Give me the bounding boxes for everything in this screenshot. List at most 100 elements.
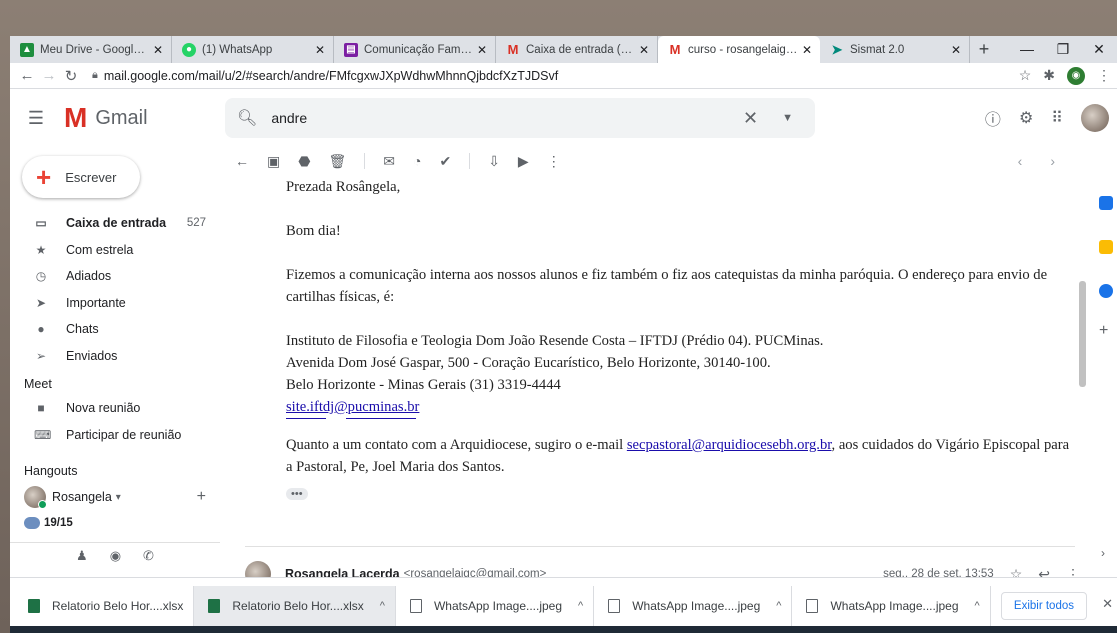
- expand-panel-icon[interactable]: ›: [1101, 546, 1105, 560]
- close-icon[interactable]: ✕: [800, 43, 814, 57]
- add-addon-icon[interactable]: +: [1099, 322, 1108, 340]
- minimize-icon[interactable]: —: [1009, 36, 1045, 63]
- chevron-up-icon[interactable]: ^: [975, 600, 980, 612]
- nav-label: Enviados: [66, 348, 118, 363]
- back-icon[interactable]: ←: [16, 67, 38, 84]
- hangouts-footer: ♟ ◉ ✆: [10, 542, 220, 568]
- new-meeting-item[interactable]: ■ Nova reunião: [10, 395, 220, 422]
- back-to-list-icon[interactable]: ←: [235, 153, 249, 169]
- pastoral-email-link[interactable]: secpastoral@arquidiocesebh.org.br: [627, 437, 832, 453]
- tab-inbox[interactable]: M Caixa de entrada (585) ✕: [496, 36, 658, 63]
- close-icon[interactable]: ✕: [151, 43, 165, 57]
- tab-label: (1) WhatsApp: [202, 43, 273, 56]
- nav-item-snoozed[interactable]: ◷ Adiados: [10, 263, 220, 290]
- browser-menu-icon[interactable]: ⋮: [1097, 67, 1111, 84]
- snooze-icon[interactable]: ◔: [413, 153, 421, 169]
- site-email-link[interactable]: site.iftdj@pucminas.br: [286, 399, 419, 415]
- main-menu-icon[interactable]: ☰: [14, 108, 58, 129]
- image-file-icon: [409, 598, 422, 613]
- tab-whatsapp[interactable]: ● (1) WhatsApp ✕: [172, 36, 334, 63]
- join-meeting-item[interactable]: ⌨ Participar de reunião: [10, 422, 220, 449]
- nav-item-inbox[interactable]: ▭ Caixa de entrada 527: [10, 210, 220, 237]
- restore-icon[interactable]: ❐: [1045, 36, 1081, 63]
- bookmark-star-icon[interactable]: ☆: [1019, 67, 1032, 84]
- address-bar: ← → ↻ 🔒︎ mail.google.com/mail/u/2/#searc…: [10, 63, 1117, 89]
- star-icon: ★: [35, 242, 47, 257]
- nav-item-important[interactable]: ➤ Importante: [10, 290, 220, 317]
- download-item[interactable]: Relatorio Belo Hor....xlsx ^: [194, 585, 396, 626]
- chevron-up-icon[interactable]: ^: [380, 600, 385, 612]
- close-icon[interactable]: ✕: [637, 43, 651, 57]
- inbox-icon: ▭: [35, 216, 47, 231]
- add-chat-icon[interactable]: +: [197, 488, 206, 506]
- close-window-icon[interactable]: ✕: [1081, 36, 1117, 63]
- show-all-downloads-button[interactable]: Exibir todos: [1000, 591, 1087, 620]
- settings-icon[interactable]: ⚙: [1019, 108, 1033, 128]
- extensions-icon[interactable]: ✱: [1043, 67, 1055, 84]
- search-icon[interactable]: 🔍︎: [237, 108, 257, 128]
- nav-item-chats[interactable]: ● Chats: [10, 316, 220, 343]
- hangouts-title: Hangouts: [24, 464, 78, 478]
- compose-button[interactable]: + Escrever: [22, 156, 140, 198]
- phone-icon[interactable]: ✆: [143, 548, 154, 564]
- url-field[interactable]: 🔒︎ mail.google.com/mail/u/2/#search/andr…: [92, 69, 558, 83]
- tab-comunicacao[interactable]: ▤ Comunicação Família - ✕: [334, 36, 496, 63]
- scrollbar-thumb[interactable]: [1079, 281, 1086, 387]
- tasks-icon[interactable]: [1099, 284, 1113, 298]
- calendar-icon[interactable]: [1099, 196, 1113, 210]
- excel-file-icon: [28, 598, 40, 613]
- extension-avatar-icon[interactable]: ◉: [1067, 66, 1085, 85]
- paragraph: Quanto a um contato com a Arquidiocese, …: [286, 434, 1076, 478]
- mark-unread-icon[interactable]: ✉: [383, 153, 395, 170]
- gmail-logo[interactable]: M Gmail: [64, 104, 148, 132]
- chevron-up-icon[interactable]: ^: [776, 600, 781, 612]
- download-item[interactable]: Relatorio Belo Hor....xlsx: [14, 585, 195, 626]
- apps-grid-icon[interactable]: ⠿: [1051, 108, 1063, 128]
- label-icon[interactable]: ▶: [518, 153, 529, 170]
- newer-icon[interactable]: ‹: [1018, 153, 1023, 169]
- nav-item-sent[interactable]: ➢ Enviados: [10, 343, 220, 370]
- report-spam-icon[interactable]: ⬣: [298, 153, 310, 170]
- close-download-bar-icon[interactable]: ✕: [1102, 596, 1113, 612]
- hangouts-chat-icon[interactable]: ◉: [110, 548, 121, 564]
- help-icon[interactable]: ⓘ: [985, 106, 1001, 130]
- hangouts-user[interactable]: Rosangela ▾ +: [10, 482, 220, 512]
- tab-curso[interactable]: M curso - rosangelaigc@ ✕: [658, 36, 820, 63]
- important-icon: ➤: [35, 295, 47, 310]
- nav-label: Importante: [66, 295, 126, 310]
- account-avatar[interactable]: [1081, 104, 1109, 132]
- download-item[interactable]: WhatsApp Image....jpeg ^: [396, 585, 595, 626]
- tab-sismat[interactable]: ➤ Sismat 2.0 ✕: [820, 36, 970, 63]
- move-to-icon[interactable]: ⇩: [488, 153, 500, 170]
- tab-label: Comunicação Família -: [364, 43, 475, 56]
- close-icon[interactable]: ✕: [949, 43, 963, 57]
- person-icon[interactable]: ♟: [76, 548, 88, 564]
- show-trimmed-button[interactable]: •••: [286, 488, 308, 500]
- archive-icon[interactable]: ▣: [267, 153, 280, 170]
- group-icon: [24, 517, 40, 529]
- clear-search-icon[interactable]: ✕: [743, 108, 758, 129]
- nav-item-starred[interactable]: ★ Com estrela: [10, 237, 220, 264]
- nav-label: Adiados: [66, 269, 112, 284]
- nav-label: Participar de reunião: [66, 427, 182, 442]
- download-item[interactable]: WhatsApp Image....jpeg ^: [792, 585, 991, 626]
- tab-drive[interactable]: ▲ Meu Drive - Google Dr ✕: [10, 36, 172, 63]
- older-icon[interactable]: ›: [1050, 153, 1055, 169]
- search-options-icon[interactable]: ▼: [782, 112, 793, 124]
- reload-icon[interactable]: ↻: [60, 67, 82, 85]
- close-icon[interactable]: ✕: [313, 43, 327, 57]
- search-input[interactable]: [271, 110, 744, 126]
- delete-icon[interactable]: 🗑︎: [328, 153, 346, 170]
- chevron-up-icon[interactable]: ^: [578, 600, 583, 612]
- add-task-icon[interactable]: ✔: [439, 153, 451, 170]
- keep-icon[interactable]: [1099, 240, 1113, 254]
- more-icon[interactable]: ⋮: [547, 153, 561, 170]
- new-tab-button[interactable]: +: [970, 36, 998, 63]
- underline-gap: [286, 418, 1076, 432]
- download-item[interactable]: WhatsApp Image....jpeg ^: [594, 585, 793, 626]
- hangouts-group[interactable]: 19/15: [10, 512, 220, 534]
- address-line: Instituto de Filosofia e Teologia Dom Jo…: [286, 333, 824, 349]
- close-icon[interactable]: ✕: [475, 43, 489, 57]
- chevron-down-icon[interactable]: ▾: [116, 492, 121, 503]
- forward-icon[interactable]: →: [38, 67, 60, 84]
